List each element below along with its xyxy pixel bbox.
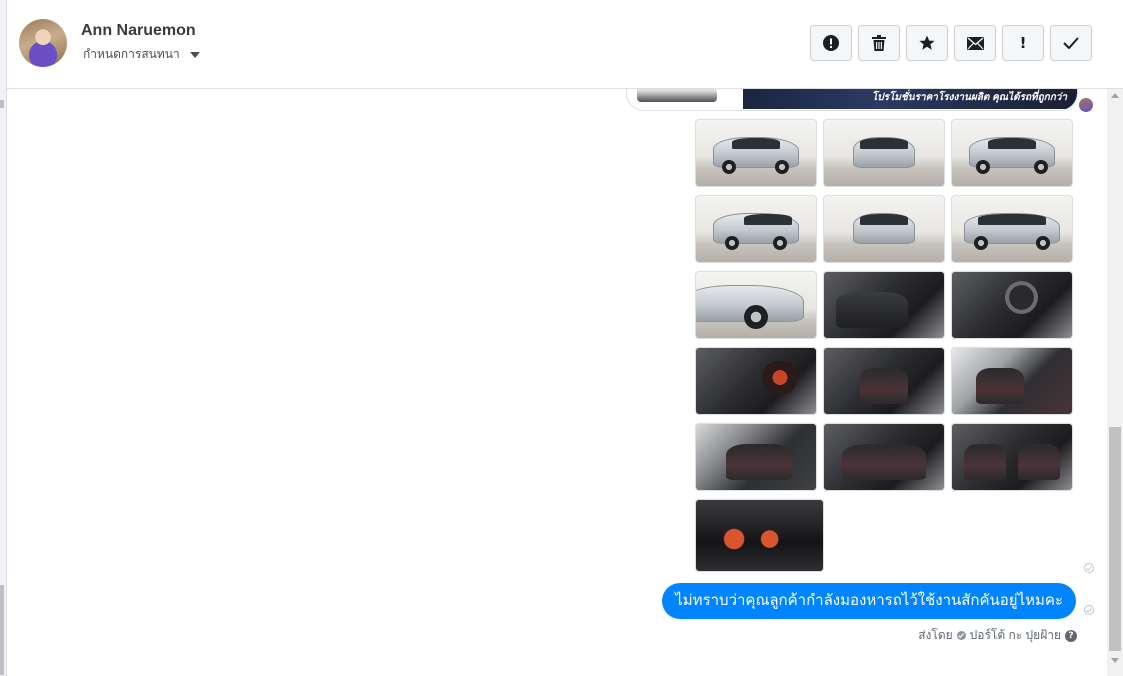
scroll-down-arrow-icon[interactable] [1111,658,1119,663]
car-photo[interactable] [695,119,817,187]
car-photo[interactable] [823,271,945,339]
verified-check-icon [956,631,966,640]
car-photo[interactable] [695,499,824,572]
envelope-icon [966,36,984,50]
sent-by-line: ส่งโดย ปอร์โต้ กะ ปุยฝ้าย ? [918,626,1077,645]
car-photo[interactable] [951,423,1073,491]
delivered-status-icon [1084,605,1094,615]
promo-image-card[interactable]: โปรโมชั่นราคาโรงงานผลิต คุณได้รถที่ถูกกว… [626,89,1078,111]
report-icon [823,35,839,51]
chevron-down-icon [189,51,200,58]
star-icon [919,35,935,50]
help-icon[interactable]: ? [1065,629,1077,642]
car-photo[interactable] [695,271,817,339]
outgoing-message-bubble[interactable]: ไม่ทราบว่าคุณลูกค้ากำลังมองหารถไว้ใช้งาน… [662,583,1076,619]
check-icon [1063,37,1079,49]
left-panel-edge [0,0,7,676]
message-thread: โปรโมชั่นราคาโรงงานผลิต คุณได้รถที่ถูกกว… [7,89,1107,676]
conversation-setting-dropdown[interactable]: กำหนดการสนทนา [83,45,200,64]
thread-scrollbar[interactable] [1107,89,1123,676]
car-photo[interactable] [951,119,1073,187]
seen-avatar [1079,98,1093,112]
report-button[interactable] [810,25,852,61]
car-photo[interactable] [951,195,1073,263]
car-photo[interactable] [823,195,945,263]
promo-car-image [637,89,717,102]
star-button[interactable] [906,25,948,61]
promo-banner-text: โปรโมชั่นราคาโรงงานผลิต คุณได้รถที่ถูกกว… [871,92,1067,103]
sent-by-prefix: ส่งโดย [918,628,953,642]
sent-by-name: ปอร์โต้ กะ ปุยฝ้าย [969,628,1061,642]
contact-avatar[interactable] [19,19,67,67]
car-photo[interactable] [951,347,1073,415]
scrollbar-thumb[interactable] [1109,427,1121,651]
car-photo[interactable] [695,195,817,263]
toolbar: ! [810,25,1092,61]
car-photo[interactable] [823,119,945,187]
car-photo[interactable] [951,271,1073,339]
messenger-window: Ann Naruemon กำหนดการสนทนา ! โปรโมชั่นรา… [0,0,1123,676]
car-photo[interactable] [695,423,817,491]
scroll-up-arrow-icon[interactable] [1111,93,1119,98]
mark-done-button[interactable] [1050,25,1092,61]
delete-button[interactable] [858,25,900,61]
conversation-header: Ann Naruemon กำหนดการสนทนา ! [7,0,1123,89]
car-photo[interactable] [695,347,817,415]
car-photo[interactable] [823,423,945,491]
contact-name[interactable]: Ann Naruemon [81,22,196,40]
mark-unread-button[interactable] [954,25,996,61]
trash-icon [872,35,886,51]
important-button[interactable]: ! [1002,25,1044,61]
promo-banner: โปรโมชั่นราคาโรงงานผลิต คุณได้รถที่ถูกกว… [743,89,1077,109]
conversation-setting-label: กำหนดการสนทนา [83,47,180,61]
car-photo[interactable] [823,347,945,415]
delivered-status-icon [1084,563,1094,573]
important-icon: ! [1019,34,1027,52]
